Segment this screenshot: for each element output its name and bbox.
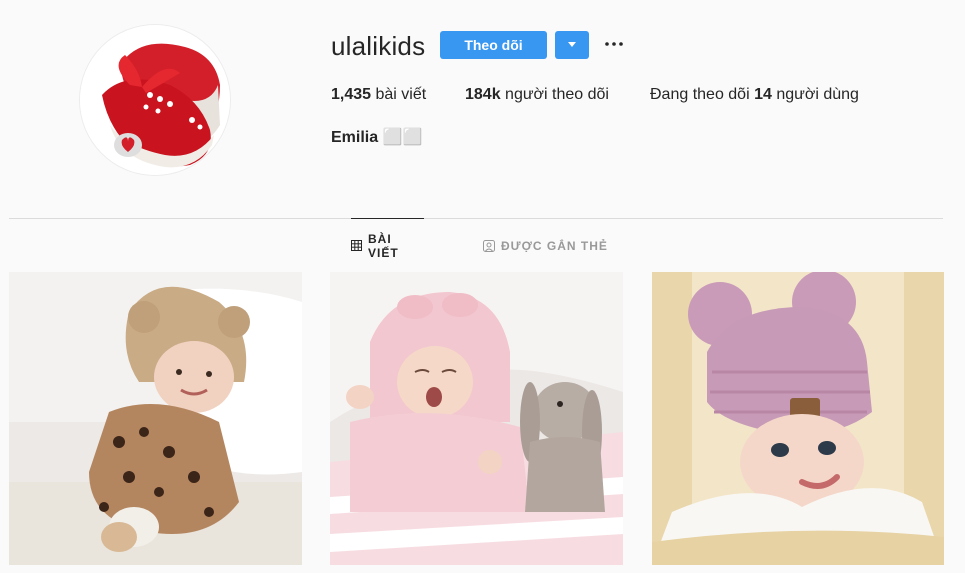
following-count: 14 [754,86,772,103]
suggestions-dropdown-button[interactable] [555,31,589,59]
tab-tagged-label: ĐƯỢC GẮN THẺ [501,238,608,253]
tab-posts-label: BÀI VIẾT [368,231,399,260]
post-thumbnail[interactable] [652,272,945,565]
chevron-down-icon [568,42,576,47]
followers-stat[interactable]: 184k người theo dõi [465,86,609,104]
ellipsis-icon [605,42,623,46]
baby-photo-image [330,272,623,565]
post-thumbnail[interactable] [330,272,623,565]
baby-photo-image [9,272,302,565]
following-suffix: người dùng [776,86,859,103]
profile-username: ulalikids [331,31,426,61]
more-options-button[interactable] [602,34,626,54]
posts-stat: 1,435 bài viết [331,86,426,104]
follow-button[interactable]: Theo dõi [440,31,547,59]
tab-posts[interactable]: BÀI VIẾT [351,218,424,272]
section-divider [9,218,943,219]
followers-label: người theo dõi [505,86,609,103]
following-prefix: Đang theo dõi [650,86,750,103]
profile-avatar[interactable] [80,25,230,175]
post-thumbnail[interactable] [9,272,302,565]
profile-fullname: Emilia ⬜⬜ [331,129,423,146]
tab-tagged[interactable]: ĐƯỢC GẮN THẺ [483,219,608,272]
posts-count: 1,435 [331,86,372,103]
baby-photo-image [652,272,944,565]
grid-icon [351,240,362,251]
following-stat[interactable]: Đang theo dõi 14 người dùng [650,86,859,104]
followers-count: 184k [465,86,501,103]
posts-label: bài viết [375,86,427,103]
red-shoes-image [80,25,230,175]
tag-icon [483,239,495,252]
